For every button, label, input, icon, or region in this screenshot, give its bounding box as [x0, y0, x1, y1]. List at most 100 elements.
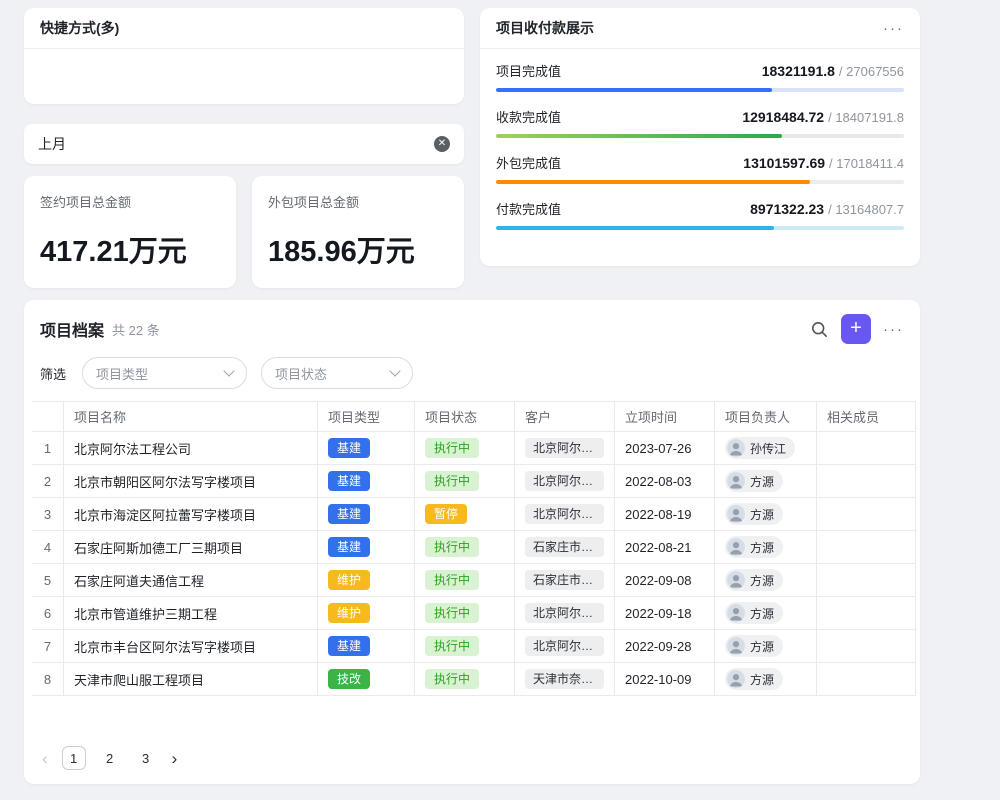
type-badge: 基建 [328, 438, 370, 458]
avatar [727, 604, 745, 622]
stat-card-signed-total: 签约项目总金额 417.21万元 [24, 176, 236, 288]
more-menu-icon[interactable]: ··· [883, 321, 904, 338]
row-index-cell: 6 [32, 597, 64, 630]
members-cell [817, 663, 916, 696]
project-type-cell: 基建 [318, 531, 415, 564]
table-row[interactable]: 3北京市海淀区阿拉蕾写字楼项目基建暂停北京阿尔法...2022-08-19方源 [32, 498, 916, 531]
chevron-down-icon [223, 365, 234, 376]
table-row[interactable]: 5石家庄阿道夫通信工程维护执行中石家庄市A县2022-09-08方源 [32, 564, 916, 597]
header-cell-index [32, 402, 64, 432]
type-badge: 基建 [328, 504, 370, 524]
table-header-row: 项目名称项目类型项目状态客户立项时间项目负责人相关成员 [32, 401, 916, 432]
type-badge: 基建 [328, 537, 370, 557]
project-status-cell: 执行中 [415, 465, 515, 498]
search-button[interactable] [805, 315, 833, 343]
person-name: 方源 [750, 539, 774, 556]
customer-tag: 北京阿尔法... [525, 471, 604, 491]
owner-cell: 方源 [715, 465, 817, 498]
members-cell [817, 531, 916, 564]
stat-value: 417.21万元 [40, 228, 220, 270]
person-pill: 方源 [725, 470, 783, 492]
table-row[interactable]: 4石家庄阿斯加德工厂三期项目基建执行中石家庄市A县2022-08-21方源 [32, 531, 916, 564]
payment-progress-row: 付款完成值8971322.23/ 13164807.7 [496, 199, 904, 230]
pagination: ‹ 123 › [24, 746, 920, 784]
owner-cell: 方源 [715, 531, 817, 564]
customer-cell: 北京阿尔法... [515, 498, 615, 531]
archive-header: 项目档案 共 22 条 ··· [24, 300, 920, 355]
status-badge: 执行中 [425, 438, 479, 458]
project-status-cell: 执行中 [415, 630, 515, 663]
avatar [727, 538, 745, 556]
payment-overview-card: 项目收付款展示 ··· 项目完成值18321191.8/ 27067556收款完… [480, 8, 920, 266]
owner-cell: 孙传江 [715, 432, 817, 465]
start-date-cell: 2022-09-08 [615, 564, 715, 597]
page-number[interactable]: 1 [62, 746, 86, 770]
page-number[interactable]: 2 [98, 746, 122, 770]
start-date-cell: 2023-07-26 [615, 432, 715, 465]
project-name-cell: 北京阿尔法工程公司 [64, 432, 318, 465]
project-status-cell: 执行中 [415, 663, 515, 696]
select-placeholder: 项目类型 [96, 364, 217, 383]
progress-value: 12918484.72 [742, 109, 824, 125]
customer-tag: 北京阿尔法... [525, 603, 604, 623]
header-cell: 客户 [515, 402, 615, 432]
project-name-cell: 北京市海淀区阿拉蕾写字楼项目 [64, 498, 318, 531]
start-date-cell: 2022-10-09 [615, 663, 715, 696]
type-badge: 技改 [328, 669, 370, 689]
month-filter-bar[interactable]: 上月 [24, 124, 464, 164]
progress-fill [496, 226, 774, 230]
payment-progress-list: 项目完成值18321191.8/ 27067556收款完成值12918484.7… [480, 49, 920, 230]
project-type-cell: 维护 [318, 564, 415, 597]
payment-card-title: 项目收付款展示 [496, 18, 594, 38]
project-type-cell: 维护 [318, 597, 415, 630]
shortcut-card-title: 快捷方式(多) [40, 18, 119, 38]
row-index-cell: 8 [32, 663, 64, 696]
customer-cell: 石家庄市A县 [515, 564, 615, 597]
table-row[interactable]: 7北京市丰台区阿尔法写字楼项目基建执行中北京阿尔法...2022-09-28方源 [32, 630, 916, 663]
prev-page-icon[interactable]: ‹ [40, 750, 50, 767]
type-badge: 维护 [328, 603, 370, 623]
avatar [727, 439, 745, 457]
owner-cell: 方源 [715, 597, 817, 630]
filter-label: 筛选 [40, 364, 66, 383]
avatar [727, 505, 745, 523]
status-badge: 暂停 [425, 504, 467, 524]
header-cell: 项目名称 [64, 402, 318, 432]
customer-tag: 天津市奈文... [525, 669, 604, 689]
progress-value: 8971322.23 [750, 201, 824, 217]
customer-cell: 北京阿尔法... [515, 432, 615, 465]
table-row[interactable]: 6北京市管道维护三期工程维护执行中北京阿尔法...2022-09-18方源 [32, 597, 916, 630]
progress-value: 13101597.69 [743, 155, 825, 171]
progress-fill [496, 88, 772, 92]
start-date-cell: 2022-08-03 [615, 465, 715, 498]
type-badge: 基建 [328, 471, 370, 491]
members-cell [817, 432, 916, 465]
project-status-cell: 暂停 [415, 498, 515, 531]
person-name: 方源 [750, 671, 774, 688]
project-name-cell: 北京市丰台区阿尔法写字楼项目 [64, 630, 318, 663]
table-row[interactable]: 8天津市爬山服工程项目技改执行中天津市奈文...2022-10-09方源 [32, 663, 916, 696]
table-row[interactable]: 1北京阿尔法工程公司基建 执行中 北京阿尔法...2023-07-26孙传江 [32, 432, 916, 465]
row-index-cell: 1 [32, 432, 64, 465]
project-type-cell: 基建 [318, 630, 415, 663]
progress-label: 项目完成值 [496, 61, 762, 80]
shortcut-card-header: 快捷方式(多) [24, 8, 464, 49]
page-number[interactable]: 3 [134, 746, 158, 770]
project-status-cell: 执行中 [415, 531, 515, 564]
next-page-icon[interactable]: › [170, 750, 180, 767]
project-status-select[interactable]: 项目状态 [261, 357, 413, 389]
progress-track [496, 180, 904, 184]
more-menu-icon[interactable]: ··· [883, 20, 904, 37]
project-type-select[interactable]: 项目类型 [82, 357, 247, 389]
start-date-cell: 2022-08-19 [615, 498, 715, 531]
table-row[interactable]: 2北京市朝阳区阿尔法写字楼项目基建执行中北京阿尔法...2022-08-03方源 [32, 465, 916, 498]
customer-cell: 天津市奈文... [515, 663, 615, 696]
status-badge: 执行中 [425, 471, 479, 491]
search-icon [811, 321, 828, 338]
add-record-button[interactable] [841, 314, 871, 344]
customer-tag: 北京阿尔法... [525, 504, 604, 524]
owner-cell: 方源 [715, 663, 817, 696]
record-count: 共 22 条 [112, 320, 160, 339]
clear-filter-icon[interactable] [434, 136, 450, 152]
stat-card-outsource-total: 外包项目总金额 185.96万元 [252, 176, 464, 288]
